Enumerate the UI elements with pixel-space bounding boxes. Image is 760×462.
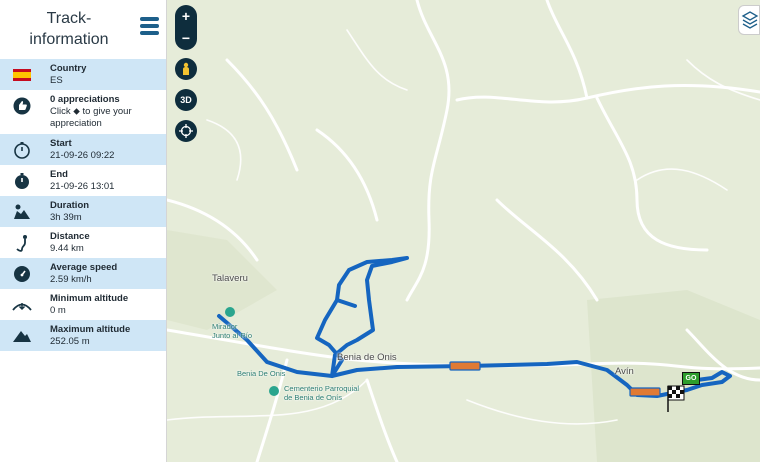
info-row-distance: Distance 9.44 km [0, 227, 166, 258]
duration-value: 3h 39m [50, 212, 82, 223]
country-label: Country [50, 63, 87, 74]
country-value: ES [50, 75, 63, 86]
info-row-maximum-altitude: Maximum altitude 252.05 m [0, 320, 166, 351]
menu-icon-bar [140, 17, 159, 21]
average-speed-value: 2.59 km/h [50, 274, 92, 285]
appreciations-label: 0 appreciations [50, 94, 120, 105]
average-speed-label: Average speed [50, 262, 118, 273]
locate-button[interactable] [175, 120, 197, 142]
pegman-icon [183, 62, 189, 75]
sidebar-title: Track- information [14, 8, 124, 50]
3d-view-button[interactable]: 3D [175, 89, 197, 111]
menu-icon-bar [140, 24, 159, 28]
start-label: Start [50, 138, 72, 149]
cemetery-pin-icon[interactable] [269, 386, 279, 396]
start-flag-label: GO [685, 375, 697, 382]
minimum-altitude-label: Minimum altitude [50, 293, 129, 304]
maximum-altitude-label: Maximum altitude [50, 324, 131, 335]
place-label-benia-de-onis: Benia de Onis [337, 352, 397, 363]
end-value: 21-09-26 13:01 [50, 181, 115, 192]
distance-label: Distance [50, 231, 90, 242]
start-value: 21-09-26 09:22 [50, 150, 115, 161]
speedometer-icon [12, 265, 32, 283]
info-row-duration: Duration 3h 39m [0, 196, 166, 227]
poi-label-cementerio: Cementerio Parroquial de Benia de Onís [284, 384, 360, 402]
minimum-altitude-value: 0 m [50, 305, 66, 316]
distance-marker [449, 361, 481, 371]
distance-value: 9.44 km [50, 243, 84, 254]
track-info-sidebar: Track- information Country ES 0 apprecia… [0, 0, 167, 462]
crosshair-icon [179, 124, 193, 138]
zoom-controls: + − [175, 5, 197, 50]
zoom-in-button[interactable]: + [175, 5, 197, 27]
menu-button[interactable] [140, 17, 160, 39]
min-altitude-icon [12, 296, 32, 314]
zoom-out-button[interactable]: − [175, 27, 197, 49]
street-view-button[interactable] [175, 58, 197, 80]
sidebar-title-text: Track- information [29, 10, 109, 48]
distance-marker [629, 387, 661, 397]
spain-flag-icon [12, 66, 32, 84]
poi-label-benia-de-onis: Benia De Onis [237, 369, 286, 378]
info-row-minimum-altitude: Minimum altitude 0 m [0, 289, 166, 320]
poi-label-mirador: Mirador Junto al Río [212, 322, 253, 340]
menu-icon-bar [140, 31, 159, 35]
info-row-appreciations[interactable]: 0 appreciations Click ⬥ to give your app… [0, 90, 166, 134]
distance-icon [12, 234, 32, 252]
map-view[interactable]: GO Talaveru Mirador Junto al Río Benia D… [167, 0, 760, 462]
sidebar-header: Track- information [0, 0, 166, 59]
stopwatch-end-icon [12, 172, 32, 190]
info-row-country: Country ES [0, 59, 166, 90]
info-row-end: End 21-09-26 13:01 [0, 165, 166, 196]
maximum-altitude-value: 252.05 m [50, 336, 90, 347]
end-label: End [50, 169, 68, 180]
layers-button[interactable] [738, 5, 760, 35]
layers-icon [741, 11, 759, 29]
place-label-avin: Avín [615, 366, 634, 377]
info-row-average-speed: Average speed 2.59 km/h [0, 258, 166, 289]
stopwatch-start-icon [12, 141, 32, 159]
max-altitude-icon [12, 327, 32, 345]
duration-label: Duration [50, 200, 90, 211]
app-window: Track- information Country ES 0 apprecia… [0, 0, 760, 462]
appreciations-value: Click ⬥ to give your appreciation [50, 106, 132, 129]
start-flag-icon[interactable]: GO [682, 372, 700, 385]
thumbs-up-icon [12, 97, 32, 115]
viewpoint-pin-icon[interactable] [225, 307, 235, 317]
place-label-talaveru: Talaveru [212, 273, 248, 284]
info-row-start: Start 21-09-26 09:22 [0, 134, 166, 165]
duration-icon [12, 203, 32, 221]
